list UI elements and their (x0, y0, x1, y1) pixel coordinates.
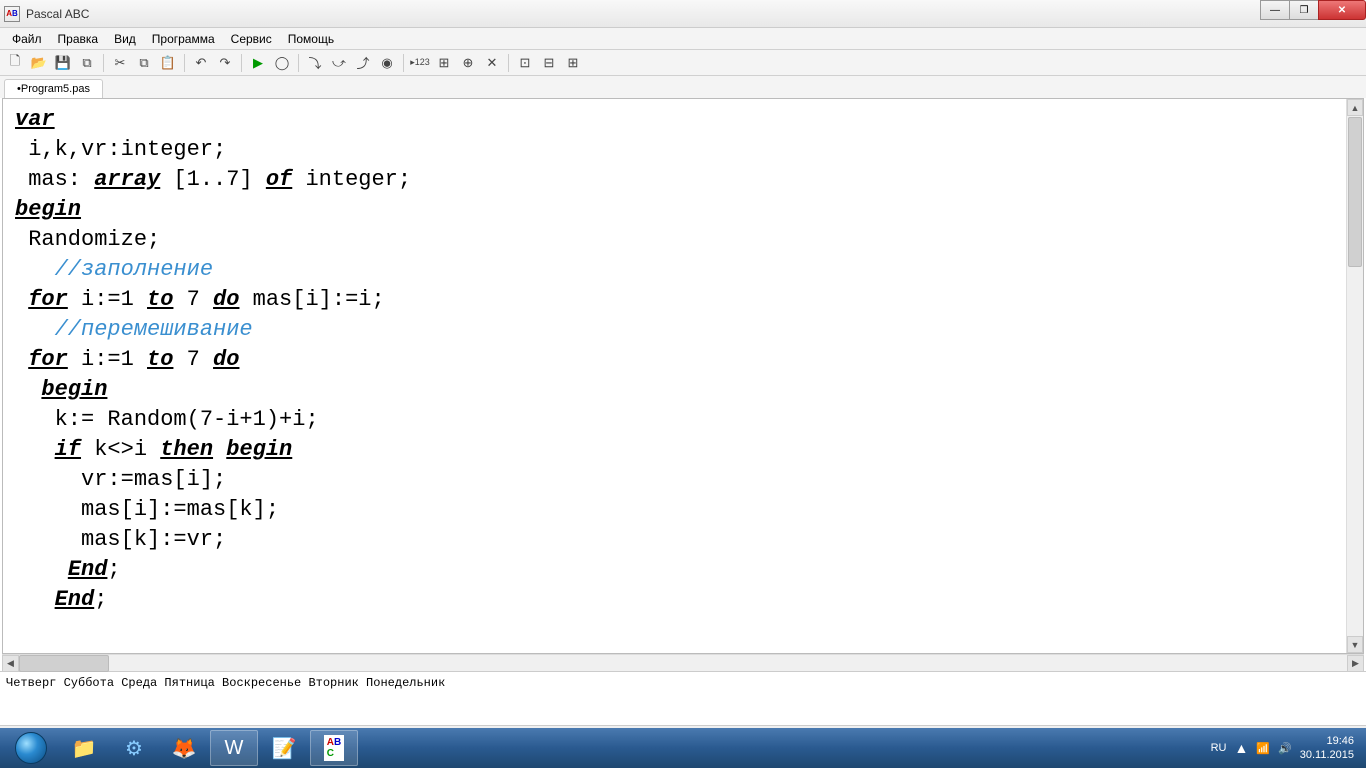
tool-icon-7[interactable]: ⊞ (562, 52, 584, 74)
vertical-scrollbar[interactable]: ▲ ▼ (1346, 99, 1363, 653)
code-line: mas[i]:=mas[k]; (15, 497, 279, 522)
new-file-icon[interactable]: 🗋 (4, 52, 26, 74)
taskbar-firefox-icon[interactable]: 🦊 (160, 730, 208, 766)
code-comment: //заполнение (15, 257, 213, 282)
taskbar-word-icon[interactable]: W (210, 730, 258, 766)
menu-file[interactable]: Файл (4, 29, 50, 49)
kw-then: then (160, 437, 213, 462)
kw-if: if (55, 437, 81, 462)
window-titlebar: AB Pascal ABC — ❐ ✕ (0, 0, 1366, 28)
menu-service[interactable]: Сервис (223, 29, 280, 49)
scroll-down-icon[interactable]: ▼ (1347, 636, 1363, 653)
menu-help[interactable]: Помощь (280, 29, 342, 49)
kw-do: do (213, 347, 239, 372)
open-file-icon[interactable]: 📂 (28, 52, 50, 74)
windows-taskbar: 📁 ⚙ 🦊 W 📝 ABC RU ▲ 📶 🔊 19:46 30.11.2015 (0, 728, 1366, 768)
save-icon[interactable]: 💾 (52, 52, 74, 74)
run-icon[interactable]: ▶ (247, 52, 269, 74)
taskbar-explorer-icon[interactable]: 📁 (60, 730, 108, 766)
output-text: Четверг Суббота Среда Пятница Воскресень… (6, 676, 445, 690)
kw-to: to (147, 347, 173, 372)
paste-icon[interactable]: 📋 (157, 52, 179, 74)
menu-view[interactable]: Вид (106, 29, 144, 49)
kw-begin: begin (41, 377, 107, 402)
scroll-left-icon[interactable]: ◀ (2, 655, 19, 672)
code-line: mas[k]:=vr; (15, 527, 226, 552)
toolbar: 🗋 📂 💾 ⧉ ✂ ⧉ 📋 ↶ ↷ ▶ ◯ ⤵ ⤻ ⤴ ◉ ▸123 ⊞ ⊕ ✕… (0, 50, 1366, 76)
code-editor[interactable]: var i,k,vr:integer; mas: array [1..7] of… (3, 99, 1346, 653)
file-tab[interactable]: •Program5.pas (4, 79, 103, 98)
tool-icon-6[interactable]: ⊟ (538, 52, 560, 74)
tool-icon-2[interactable]: ⊞ (433, 52, 455, 74)
step-out-icon[interactable]: ⤴ (352, 52, 374, 74)
kw-end: End (68, 557, 108, 582)
tray-flag-icon[interactable]: ▲ (1234, 740, 1248, 756)
app-icon: AB (4, 6, 20, 22)
system-tray: RU ▲ 📶 🔊 19:46 30.11.2015 (1211, 734, 1362, 762)
kw-of: of (266, 167, 292, 192)
kw-var: var (15, 107, 55, 132)
step-into-icon[interactable]: ⤵ (304, 52, 326, 74)
stop-icon[interactable]: ◯ (271, 52, 293, 74)
tab-bar: •Program5.pas (0, 76, 1366, 98)
minimize-button[interactable]: — (1260, 0, 1290, 20)
undo-icon[interactable]: ↶ (190, 52, 212, 74)
maximize-button[interactable]: ❐ (1289, 0, 1319, 20)
scroll-thumb[interactable] (1348, 117, 1362, 267)
tool-icon-3[interactable]: ⊕ (457, 52, 479, 74)
kw-for: for (28, 287, 68, 312)
kw-array: array (94, 167, 160, 192)
kw-for: for (28, 347, 68, 372)
close-button[interactable]: ✕ (1318, 0, 1366, 20)
step-over-icon[interactable]: ⤻ (328, 52, 350, 74)
editor-area: var i,k,vr:integer; mas: array [1..7] of… (2, 98, 1364, 654)
tray-clock[interactable]: 19:46 30.11.2015 (1300, 734, 1354, 762)
tool-icon-1[interactable]: ▸123 (409, 52, 431, 74)
code-line: vr:=mas[i]; (15, 467, 226, 492)
windows-orb-icon (15, 732, 47, 764)
save-all-icon[interactable]: ⧉ (76, 52, 98, 74)
code-line: Randomize; (15, 227, 160, 252)
kw-begin: begin (226, 437, 292, 462)
copy-icon[interactable]: ⧉ (133, 52, 155, 74)
menu-program[interactable]: Программа (144, 29, 223, 49)
cut-icon[interactable]: ✂ (109, 52, 131, 74)
taskbar-app-icon[interactable]: ⚙ (110, 730, 158, 766)
code-line: k:= Random(7-i+1)+i; (15, 407, 319, 432)
kw-to: to (147, 287, 173, 312)
output-panel: Четверг Суббота Среда Пятница Воскресень… (0, 671, 1366, 725)
kw-end: End (55, 587, 95, 612)
tray-date: 30.11.2015 (1300, 748, 1354, 762)
menu-bar: Файл Правка Вид Программа Сервис Помощь (0, 28, 1366, 50)
scroll-right-icon[interactable]: ▶ (1347, 655, 1364, 672)
tray-time: 19:46 (1300, 734, 1354, 748)
tray-language[interactable]: RU (1211, 742, 1227, 754)
horizontal-scrollbar[interactable]: ◀ ▶ (2, 654, 1364, 671)
start-button[interactable] (4, 730, 58, 766)
tray-volume-icon[interactable]: 🔊 (1278, 742, 1292, 755)
kw-do: do (213, 287, 239, 312)
tool-icon-5[interactable]: ⊡ (514, 52, 536, 74)
menu-edit[interactable]: Правка (50, 29, 107, 49)
code-line: i,k,vr:integer; (15, 137, 226, 162)
redo-icon[interactable]: ↷ (214, 52, 236, 74)
breakpoint-icon[interactable]: ◉ (376, 52, 398, 74)
tool-icon-4[interactable]: ✕ (481, 52, 503, 74)
hscroll-thumb[interactable] (19, 655, 109, 672)
window-title: Pascal ABC (26, 7, 89, 21)
taskbar-notepad-icon[interactable]: 📝 (260, 730, 308, 766)
scroll-up-icon[interactable]: ▲ (1347, 99, 1363, 116)
taskbar-pascal-icon[interactable]: ABC (310, 730, 358, 766)
kw-begin: begin (15, 197, 81, 222)
tray-network-icon[interactable]: 📶 (1256, 742, 1270, 755)
code-line: mas: (15, 167, 94, 192)
code-comment: //перемешивание (15, 317, 253, 342)
